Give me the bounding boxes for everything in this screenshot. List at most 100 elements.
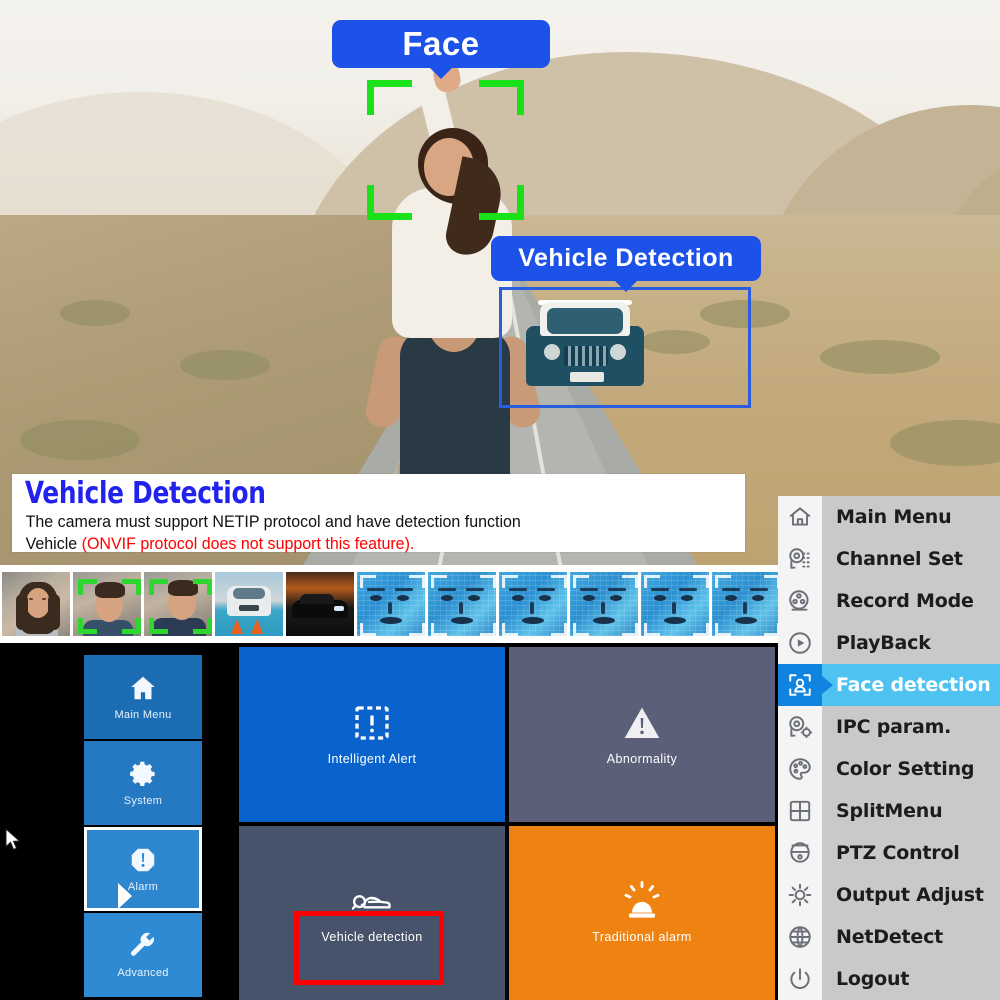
face-bracket-top-left xyxy=(367,80,412,115)
bio-nose xyxy=(601,602,605,614)
face-bracket-top-right xyxy=(479,80,524,115)
bio-brow-right xyxy=(750,588,768,591)
bio-bracket-bl xyxy=(431,623,447,636)
bio-eye-right xyxy=(397,595,409,601)
sidemenu-item-output-adjust[interactable]: Output Adjust xyxy=(778,874,1000,916)
sidemenu-item-channel-set[interactable]: Channel Set xyxy=(778,538,1000,580)
sidemenu-label: Color Setting xyxy=(836,758,975,780)
biometric-face-thumb-6[interactable] xyxy=(712,572,780,636)
thumb-windshield xyxy=(233,588,265,599)
tile-traditional-alarm[interactable]: Traditional alarm xyxy=(509,825,775,1000)
sidemenu-item-face-detection[interactable]: Face detection xyxy=(778,664,1000,706)
bio-bracket-tl xyxy=(431,575,447,588)
bio-nose xyxy=(530,602,534,614)
vehicle-tag: Vehicle Detection xyxy=(491,236,761,281)
man-face-thumb-1[interactable] xyxy=(73,572,141,636)
left-menu-label: Main Menu xyxy=(114,709,172,721)
tile-intelligent-alert[interactable]: Intelligent Alert xyxy=(239,647,505,822)
left-menu-item-system[interactable]: System xyxy=(84,741,202,825)
left-menu-item-advanced[interactable]: Advanced xyxy=(84,913,202,997)
tile-vehicle-detection[interactable]: Vehicle detection xyxy=(239,825,505,1000)
thumb-bracket-bl xyxy=(149,618,168,634)
thumb-bracket-bl xyxy=(78,618,97,634)
brightness-icon xyxy=(778,874,822,916)
sidemenu-label: Main Menu xyxy=(836,506,952,528)
left-menu-item-alarm[interactable]: Alarm xyxy=(84,827,202,911)
right-side-menu[interactable]: Main Menu Channel Set Record Mode PlayBa… xyxy=(778,496,1000,1000)
bio-eye-right xyxy=(752,595,764,601)
black-car-thumb[interactable] xyxy=(286,572,354,636)
bio-eye-left xyxy=(654,595,666,601)
bio-bracket-tl xyxy=(644,575,660,588)
tile-label: Traditional alarm xyxy=(592,930,692,945)
man-torso xyxy=(400,330,510,490)
info-panel-line-1: The camera must support NETIP protocol a… xyxy=(25,513,521,531)
biometric-face-thumb-2[interactable] xyxy=(428,572,496,636)
dashed-alert-icon xyxy=(355,706,389,740)
alarm-tiles-grid[interactable]: Intelligent Alert Abnormality Vehicle de… xyxy=(239,647,775,1000)
bio-brow-left xyxy=(509,588,527,591)
sidemenu-label: IPC param. xyxy=(836,716,952,738)
bio-lips xyxy=(451,617,473,624)
sidemenu-item-color-setting[interactable]: Color Setting xyxy=(778,748,1000,790)
sidemenu-item-logout[interactable]: Logout xyxy=(778,958,1000,1000)
sidemenu-label: Face detection xyxy=(836,674,991,696)
gear-icon xyxy=(130,761,155,786)
bio-bracket-bl xyxy=(360,623,376,636)
info-panel: Vehicle Detection The camera must suppor… xyxy=(12,474,745,555)
bio-lips xyxy=(735,617,757,624)
thumb-bracket-tr xyxy=(193,579,212,595)
left-menu-column[interactable]: Main Menu System Alarm Advanced xyxy=(84,655,202,1000)
biometric-face-thumb-5[interactable] xyxy=(641,572,709,636)
bio-bracket-tr xyxy=(622,575,638,588)
woman-face-thumb[interactable] xyxy=(2,572,70,636)
info-panel-line-2: Vehicle (ONVIF protocol does not support… xyxy=(12,533,723,555)
thumb-car-cabin xyxy=(300,594,334,604)
left-menu-label: System xyxy=(123,795,163,807)
sidemenu-item-splitmenu[interactable]: SplitMenu xyxy=(778,790,1000,832)
info-line2-prefix: Vehicle xyxy=(25,535,82,553)
sidemenu-item-ipc-param[interactable]: IPC param. xyxy=(778,706,1000,748)
bio-bracket-br xyxy=(622,623,638,636)
biometric-face-thumb-1[interactable] xyxy=(357,572,425,636)
biometric-face-thumb-4[interactable] xyxy=(570,572,638,636)
bio-bracket-tl xyxy=(502,575,518,588)
white-car-thumb[interactable] xyxy=(215,572,283,636)
thumb-headlight xyxy=(334,606,344,611)
left-menu-label: Alarm xyxy=(127,881,159,893)
sidemenu-item-record-mode[interactable]: Record Mode xyxy=(778,580,1000,622)
sidemenu-label: PlayBack xyxy=(836,632,931,654)
face-bracket-bottom-left xyxy=(367,185,412,220)
left-menu-item-main-menu[interactable]: Main Menu xyxy=(84,655,202,739)
selection-arrow-icon xyxy=(118,883,132,909)
bio-bracket-tr xyxy=(409,575,425,588)
sidemenu-label: NetDetect xyxy=(836,926,944,948)
thumb-bracket-tl xyxy=(149,579,168,595)
sidemenu-item-netdetect[interactable]: NetDetect xyxy=(778,916,1000,958)
bio-bracket-br xyxy=(693,623,709,636)
bio-eye-right xyxy=(681,595,693,601)
biometric-face-thumb-3[interactable] xyxy=(499,572,567,636)
thumb-hair-side xyxy=(16,594,28,630)
alert-octagon-icon xyxy=(131,848,155,872)
bio-brow-left xyxy=(722,588,740,591)
camera-list-icon xyxy=(778,538,822,580)
thumb-eye xyxy=(29,598,33,600)
sidemenu-item-main-menu[interactable]: Main Menu xyxy=(778,496,1000,538)
tile-abnormality[interactable]: Abnormality xyxy=(509,647,775,822)
bio-brow-right xyxy=(537,588,555,591)
man-face-thumb-2[interactable] xyxy=(144,572,212,636)
thumb-hair xyxy=(95,582,125,598)
traffic-cone xyxy=(251,619,263,634)
sidemenu-label: PTZ Control xyxy=(836,842,960,864)
wrench-icon xyxy=(131,932,154,956)
thumb-hair-side xyxy=(48,594,60,630)
vehicle-detection-highlight-box xyxy=(294,910,444,985)
detection-thumbnail-strip[interactable] xyxy=(0,565,780,643)
dome-camera-icon xyxy=(778,832,822,874)
sidemenu-item-ptz-control[interactable]: PTZ Control xyxy=(778,832,1000,874)
sidemenu-item-playback[interactable]: PlayBack xyxy=(778,622,1000,664)
bio-brow-left xyxy=(367,588,385,591)
face-tag: Face xyxy=(332,20,550,68)
home-icon xyxy=(131,676,155,700)
